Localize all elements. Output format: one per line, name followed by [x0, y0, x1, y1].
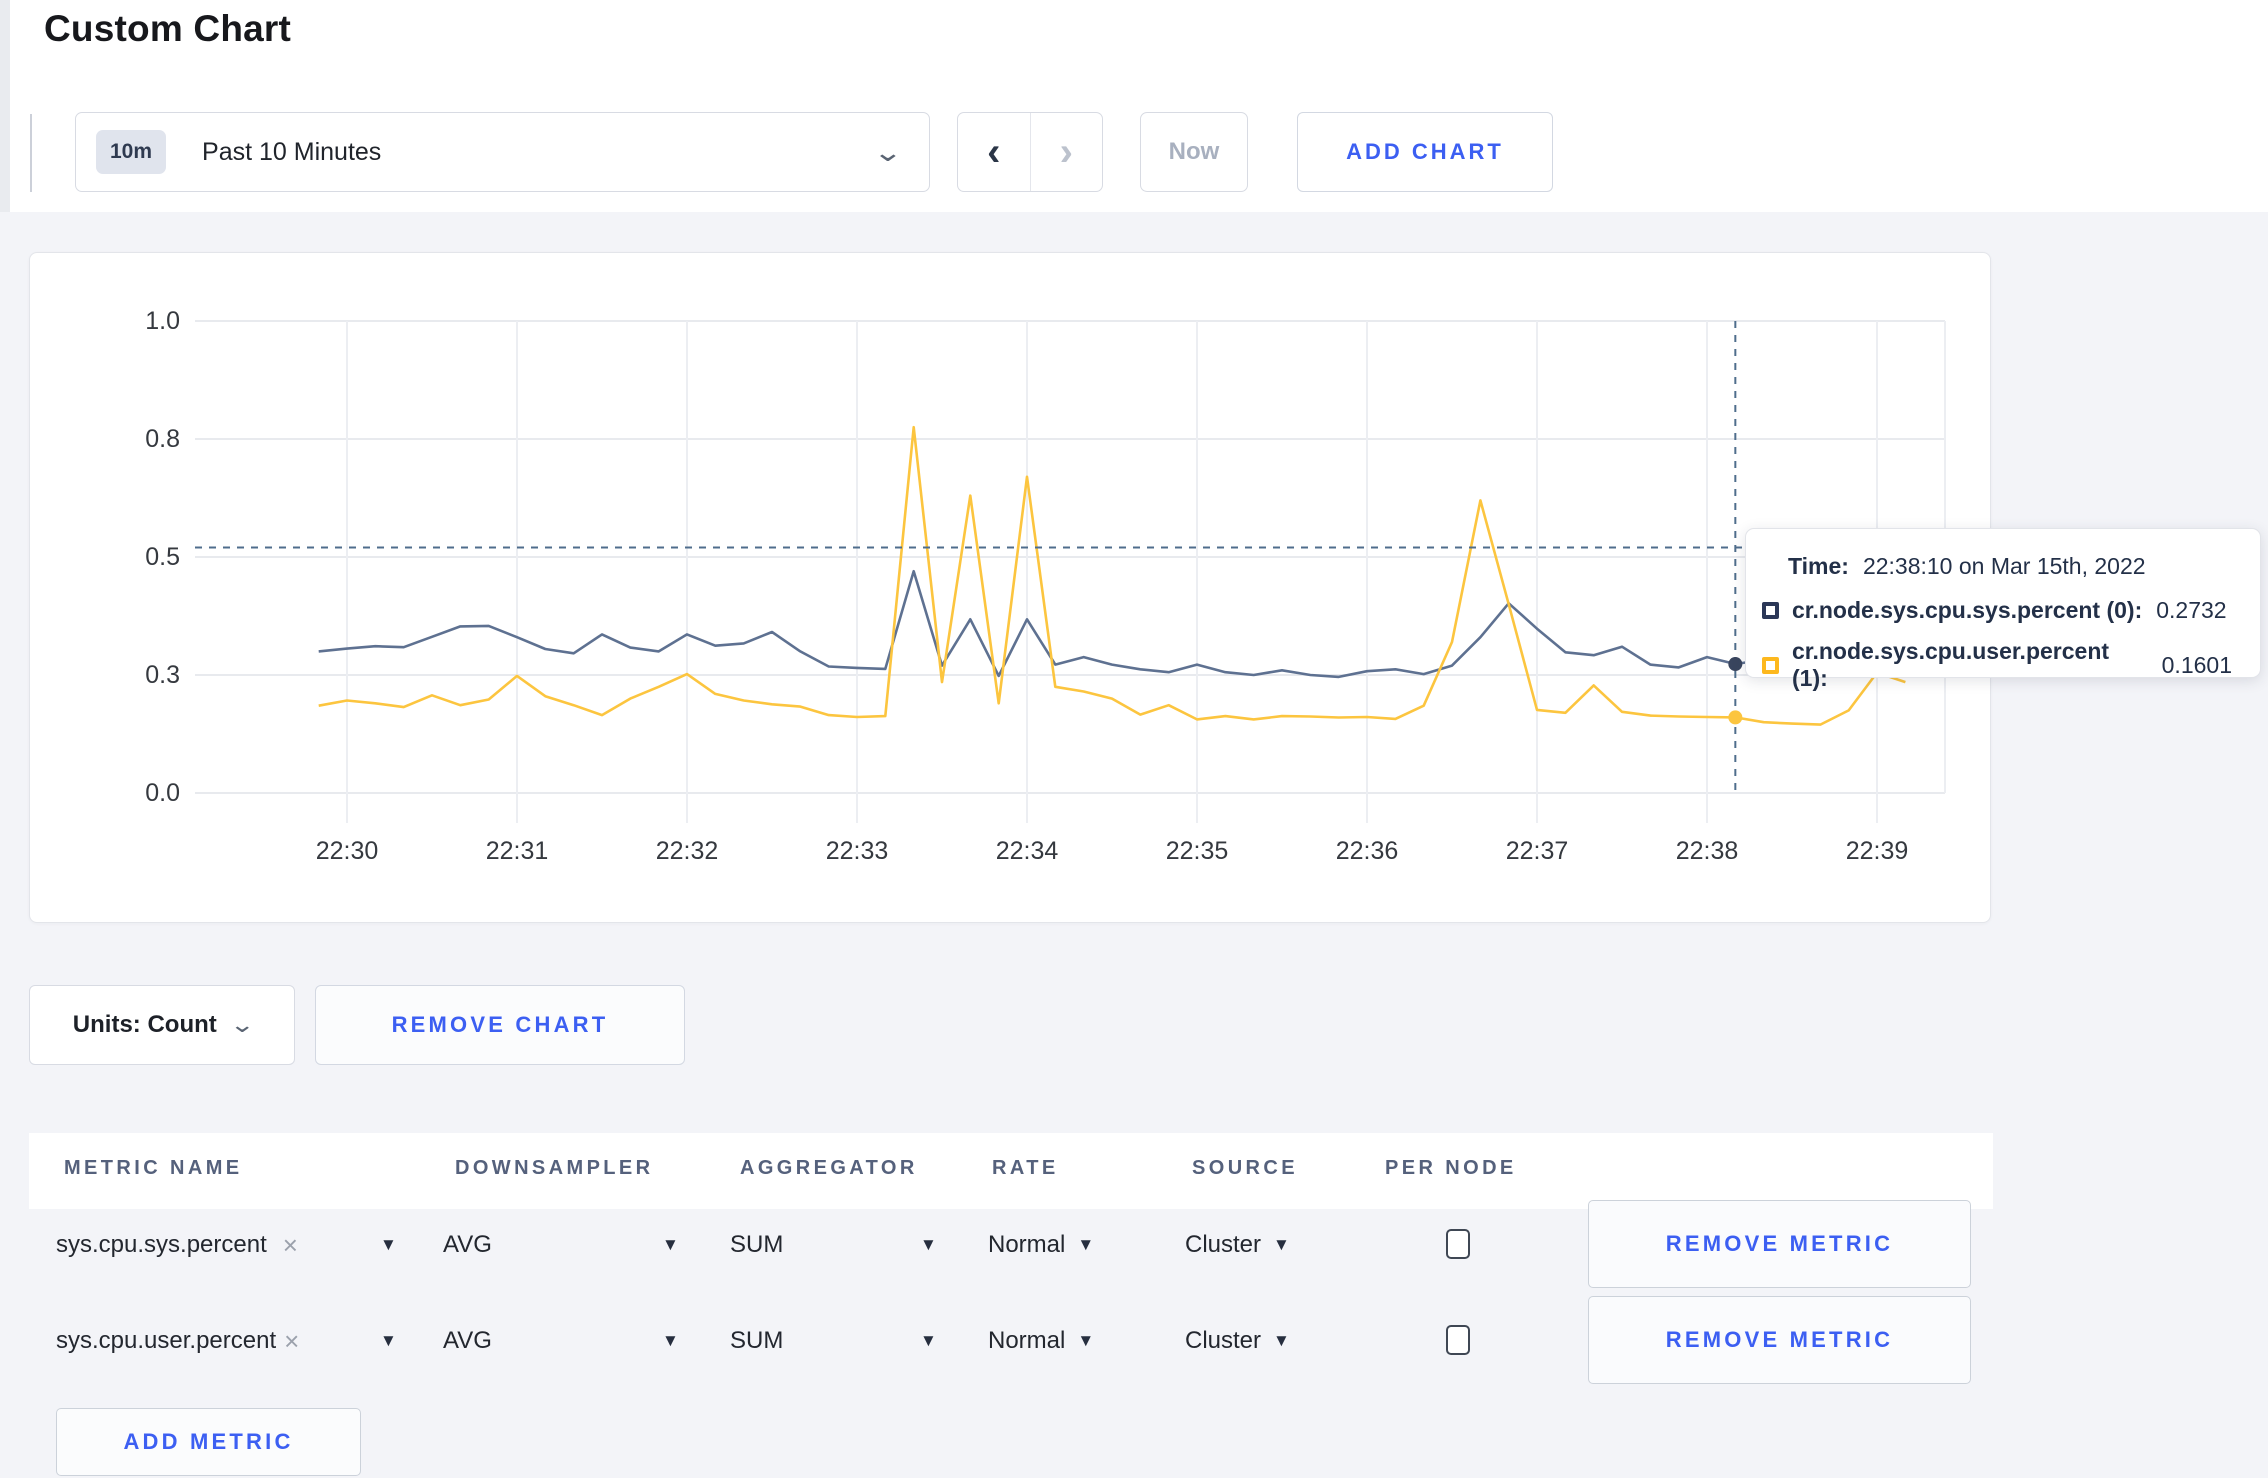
caret-down-icon[interactable]: ▼ — [380, 1235, 397, 1255]
user-series-swatch-icon — [1762, 656, 1779, 674]
column-header-downsampler: DOWNSAMPLER — [455, 1157, 654, 1179]
series-line — [318, 569, 1906, 679]
timeseries-chart[interactable]: 0.0 0.3 0.5 0.8 1.0 22:30 22:31 22:32 22:33 22:34… — [30, 253, 1992, 924]
column-header-per-node: PER NODE — [1385, 1157, 1517, 1179]
caret-down-icon: ▼ — [920, 1331, 937, 1350]
x-axis-tick-label: 22:30 — [316, 837, 379, 865]
series-line — [318, 425, 1906, 726]
x-axis-tick-label: 22:37 — [1506, 837, 1569, 865]
time-back-button[interactable]: ‹ — [958, 113, 1031, 191]
aggregator-select[interactable]: SUM ▼ — [730, 1227, 937, 1263]
downsampler-value: AVG — [443, 1327, 492, 1354]
remove-metric-button[interactable]: REMOVE METRIC — [1588, 1200, 1971, 1288]
metric-name-value: sys.cpu.user.percent — [56, 1327, 277, 1354]
add-chart-button[interactable]: ADD CHART — [1297, 112, 1553, 192]
aggregator-value: SUM — [730, 1231, 784, 1258]
clear-icon[interactable]: × — [283, 1230, 298, 1261]
metric-name-value: sys.cpu.sys.percent — [56, 1231, 267, 1258]
x-axis-tick-label: 22:39 — [1846, 837, 1909, 865]
remove-chart-button[interactable]: REMOVE CHART — [315, 985, 685, 1065]
clear-icon[interactable]: × — [284, 1326, 299, 1357]
tooltip-time: Time: 22:38:10 on Mar 15th, 2022 — [1788, 553, 2232, 580]
time-forward-button[interactable]: › — [1031, 113, 1103, 191]
chevron-right-icon: › — [1059, 129, 1073, 174]
units-select[interactable]: Units: Count ⌄ — [29, 985, 295, 1065]
metric-name-select[interactable]: sys.cpu.user.percent × ▼ — [56, 1323, 416, 1359]
source-select[interactable]: Cluster ▼ — [1185, 1323, 1290, 1359]
aggregator-value: SUM — [730, 1327, 784, 1354]
add-metric-button[interactable]: ADD METRIC — [56, 1408, 361, 1476]
hover-point-dot — [1728, 710, 1743, 725]
column-header-rate: RATE — [992, 1157, 1059, 1179]
tooltip-series-row: cr.node.sys.cpu.sys.percent (0): 0.2732 — [1762, 597, 2232, 624]
caret-down-icon[interactable]: ▼ — [380, 1331, 397, 1351]
downsampler-select[interactable]: AVG ▼ — [443, 1323, 683, 1359]
toolbar-divider — [30, 114, 32, 192]
chart-tooltip: Time: 22:38:10 on Mar 15th, 2022 cr.node.… — [1745, 528, 2261, 691]
page-title: Custom Chart — [44, 8, 292, 49]
y-axis-tick-label: 0.3 — [145, 661, 180, 689]
aggregator-select[interactable]: SUM ▼ — [730, 1323, 937, 1359]
x-axis-tick-label: 22:34 — [996, 837, 1059, 865]
time-range-badge: 10m — [96, 130, 167, 174]
metrics-table-header: METRIC NAME DOWNSAMPLER AGGREGATOR RATE … — [29, 1133, 1993, 1209]
metric-name-select[interactable]: sys.cpu.sys.percent × ▼ — [56, 1227, 416, 1263]
time-nav-group: ‹ › — [957, 112, 1103, 192]
y-axis-tick-label: 0.0 — [145, 779, 180, 807]
rate-select[interactable]: Normal ▼ — [988, 1323, 1094, 1359]
rate-value: Normal — [988, 1327, 1066, 1354]
x-axis-tick-label: 22:33 — [826, 837, 889, 865]
remove-metric-button[interactable]: REMOVE METRIC — [1588, 1296, 1971, 1384]
tooltip-series-row: cr.node.sys.cpu.user.percent (1): 0.1601 — [1762, 638, 2232, 692]
units-label: Units: Count — [72, 1011, 217, 1038]
y-axis-tick-label: 0.8 — [145, 425, 180, 453]
per-node-checkbox[interactable] — [1446, 1229, 1470, 1259]
caret-down-icon: ▼ — [1077, 1331, 1095, 1350]
tooltip-series-value: 0.2732 — [2156, 597, 2227, 623]
sys-series-swatch-icon — [1762, 602, 1779, 619]
downsampler-value: AVG — [443, 1231, 492, 1258]
source-select[interactable]: Cluster ▼ — [1185, 1227, 1290, 1263]
caret-down-icon: ▼ — [1077, 1235, 1095, 1254]
hover-point-dot — [1728, 657, 1743, 672]
x-axis-tick-label: 22:38 — [1676, 837, 1739, 865]
caret-down-icon: ▼ — [662, 1235, 679, 1254]
tooltip-series-value: 0.1601 — [2161, 651, 2232, 678]
column-header-metric-name: METRIC NAME — [64, 1157, 243, 1179]
x-axis-tick-label: 22:31 — [486, 837, 549, 865]
tooltip-time-label: Time: — [1788, 553, 1849, 579]
tooltip-series-label: cr.node.sys.cpu.sys.percent (0): — [1792, 597, 2143, 623]
time-range-select[interactable]: 10m Past 10 Minutes ⌄ — [75, 112, 930, 192]
custom-chart-page: Custom Chart 10m Past 10 Minutes ⌄ ‹ › N… — [0, 0, 2268, 1478]
caret-down-icon: ▼ — [1273, 1331, 1290, 1350]
column-header-source: SOURCE — [1192, 1157, 1298, 1179]
caret-down-icon: ▼ — [920, 1235, 937, 1254]
rate-value: Normal — [988, 1231, 1066, 1258]
rate-select[interactable]: Normal ▼ — [988, 1227, 1094, 1263]
y-axis-tick-label: 0.5 — [145, 543, 180, 571]
per-node-checkbox[interactable] — [1446, 1325, 1470, 1355]
tooltip-series-label: cr.node.sys.cpu.user.percent (1): — [1792, 638, 2110, 691]
caret-down-icon: ▼ — [1273, 1235, 1290, 1254]
source-value: Cluster — [1185, 1327, 1262, 1354]
now-button[interactable]: Now — [1140, 112, 1248, 192]
time-range-label: Past 10 Minutes — [202, 137, 382, 166]
y-axis-tick-label: 1.0 — [145, 307, 180, 335]
tooltip-time-value: 22:38:10 on Mar 15th, 2022 — [1862, 553, 2146, 579]
downsampler-select[interactable]: AVG ▼ — [443, 1227, 683, 1263]
caret-down-icon: ▼ — [662, 1331, 679, 1350]
chevron-left-icon: ‹ — [987, 129, 1001, 174]
chevron-down-icon: ⌄ — [229, 1012, 255, 1037]
x-axis-tick-label: 22:35 — [1166, 837, 1229, 865]
x-axis-tick-label: 22:36 — [1336, 837, 1399, 865]
chart-card: 0.0 0.3 0.5 0.8 1.0 22:30 22:31 22:32 22:33 22:34… — [29, 252, 1991, 923]
column-header-aggregator: AGGREGATOR — [740, 1157, 918, 1179]
chevron-down-icon: ⌄ — [872, 137, 904, 167]
x-axis-tick-label: 22:32 — [656, 837, 719, 865]
source-value: Cluster — [1185, 1231, 1262, 1258]
